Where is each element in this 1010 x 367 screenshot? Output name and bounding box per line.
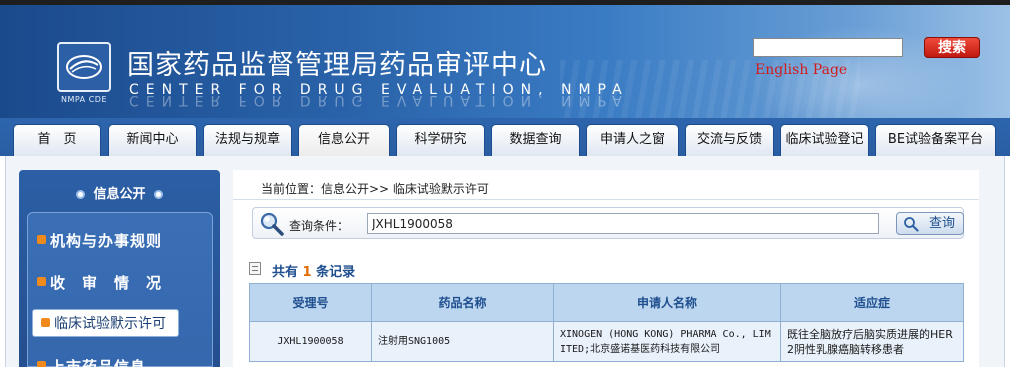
nav-item-data-query[interactable]: 数据查询 — [491, 124, 580, 156]
column-header-acceptance-no[interactable]: 受理号 — [249, 283, 372, 322]
nav-item-be-platform[interactable]: BE试验备案平台 — [875, 124, 996, 156]
query-bar: 查询条件： 查询 — [252, 207, 964, 239]
site-title-cn: 国家药品监督管理局药品审评中心 — [127, 50, 547, 81]
logo-emblem-icon — [57, 42, 111, 92]
site-search-input[interactable] — [753, 38, 903, 57]
sidebar-title: 信息公开 — [19, 183, 220, 202]
query-button[interactable]: 查询 — [896, 212, 964, 235]
nav-item-trial-registration[interactable]: 临床试验登记 — [780, 124, 869, 156]
rss-icon — [37, 277, 46, 286]
results-table: 受理号 药品名称 申请人名称 适应症 JXHL1900058 注射用SNG100… — [249, 283, 964, 362]
cell-indication: 既往全脑放疗后脑实质进展的HER2阴性乳腺癌脑转移患者 — [780, 321, 964, 362]
table-header-row: 受理号 药品名称 申请人名称 适应症 — [249, 283, 964, 322]
nav-item-feedback[interactable]: 交流与反馈 — [685, 124, 774, 156]
result-count-number: 1 — [302, 265, 312, 280]
breadcrumb: 当前位置：信息公开>> 临床试验默示许可 — [261, 182, 489, 196]
magnifier-icon — [260, 212, 284, 236]
rss-icon — [41, 317, 50, 327]
result-count-prefix: 共有 — [272, 265, 303, 280]
result-count: 共有 1 条记录 — [272, 261, 355, 280]
sidebar-item-label: 收 审 情 况 — [50, 274, 163, 292]
nav-item-home[interactable]: 首 页 — [13, 124, 101, 156]
bullet-icon — [76, 190, 86, 199]
query-input[interactable] — [367, 213, 879, 234]
bullet-icon — [153, 190, 163, 199]
sidebar-item-organization[interactable]: 机构与办事规则 — [37, 230, 162, 251]
main-nav: 首 页 新闻中心 法规与规章 信息公开 科学研究 数据查询 申请人之窗 交流与反… — [0, 118, 1010, 156]
table-row[interactable]: JXHL1900058 注射用SNG1005 XINOGEN (HONG KON… — [249, 321, 964, 362]
main-content: 当前位置：信息公开>> 临床试验默示许可 查询条件： 查询 共有 1 条记录 受… — [233, 170, 979, 367]
sidebar-item-label: 临床试验默示许可 — [54, 316, 166, 332]
site-header: NMPA CDE 国家药品监督管理局药品审评中心 CENTER FOR DRUG… — [0, 5, 1010, 118]
sidebar-item-label: 机构与办事规则 — [50, 232, 163, 250]
cell-acceptance-no[interactable]: JXHL1900058 — [249, 321, 372, 362]
column-header-drug-name[interactable]: 药品名称 — [371, 283, 554, 322]
sidebar-title-text: 信息公开 — [93, 187, 146, 202]
cell-applicant: XINOGEN (HONG KONG) PHARMA Co., LIMITED;… — [553, 321, 781, 362]
result-count-suffix: 条记录 — [311, 265, 356, 280]
site-logo[interactable]: NMPA CDE — [57, 42, 111, 106]
divider — [233, 199, 979, 200]
site-title-en-reflection: CENTER FOR DRUG EVALUATION, NMPA — [129, 96, 629, 108]
query-search-icon — [904, 217, 919, 232]
logo-text: NMPA CDE — [60, 95, 107, 104]
english-page-link[interactable]: English Page — [755, 62, 847, 78]
nav-item-info-disclosure[interactable]: 信息公开 — [298, 124, 390, 156]
rss-icon — [37, 361, 46, 367]
sidebar-item-review-status[interactable]: 收 审 情 况 — [37, 272, 162, 293]
sidebar: 信息公开 机构与办事规则 收 审 情 况 临床试验默示许可 上市药品信息 — [19, 170, 220, 367]
column-header-applicant[interactable]: 申请人名称 — [553, 283, 781, 322]
sidebar-item-clinical-trial-permission[interactable]: 临床试验默示许可 — [32, 309, 179, 337]
nav-item-research[interactable]: 科学研究 — [396, 124, 485, 156]
query-label: 查询条件： — [289, 219, 350, 233]
nav-item-news[interactable]: 新闻中心 — [108, 124, 197, 156]
query-button-label: 查询 — [928, 216, 955, 231]
site-search-button[interactable]: 搜索 — [924, 37, 980, 58]
rss-icon — [37, 235, 46, 244]
column-header-indication[interactable]: 适应症 — [780, 283, 964, 322]
cell-drug-name[interactable]: 注射用SNG1005 — [371, 321, 554, 362]
sidebar-item-marketed-drugs[interactable]: 上市药品信息 — [37, 356, 146, 367]
list-icon — [249, 262, 261, 275]
sidebar-item-label: 上市药品信息 — [50, 358, 147, 367]
nav-item-applicant-window[interactable]: 申请人之窗 — [586, 124, 679, 156]
nav-item-regulations[interactable]: 法规与规章 — [203, 124, 292, 156]
